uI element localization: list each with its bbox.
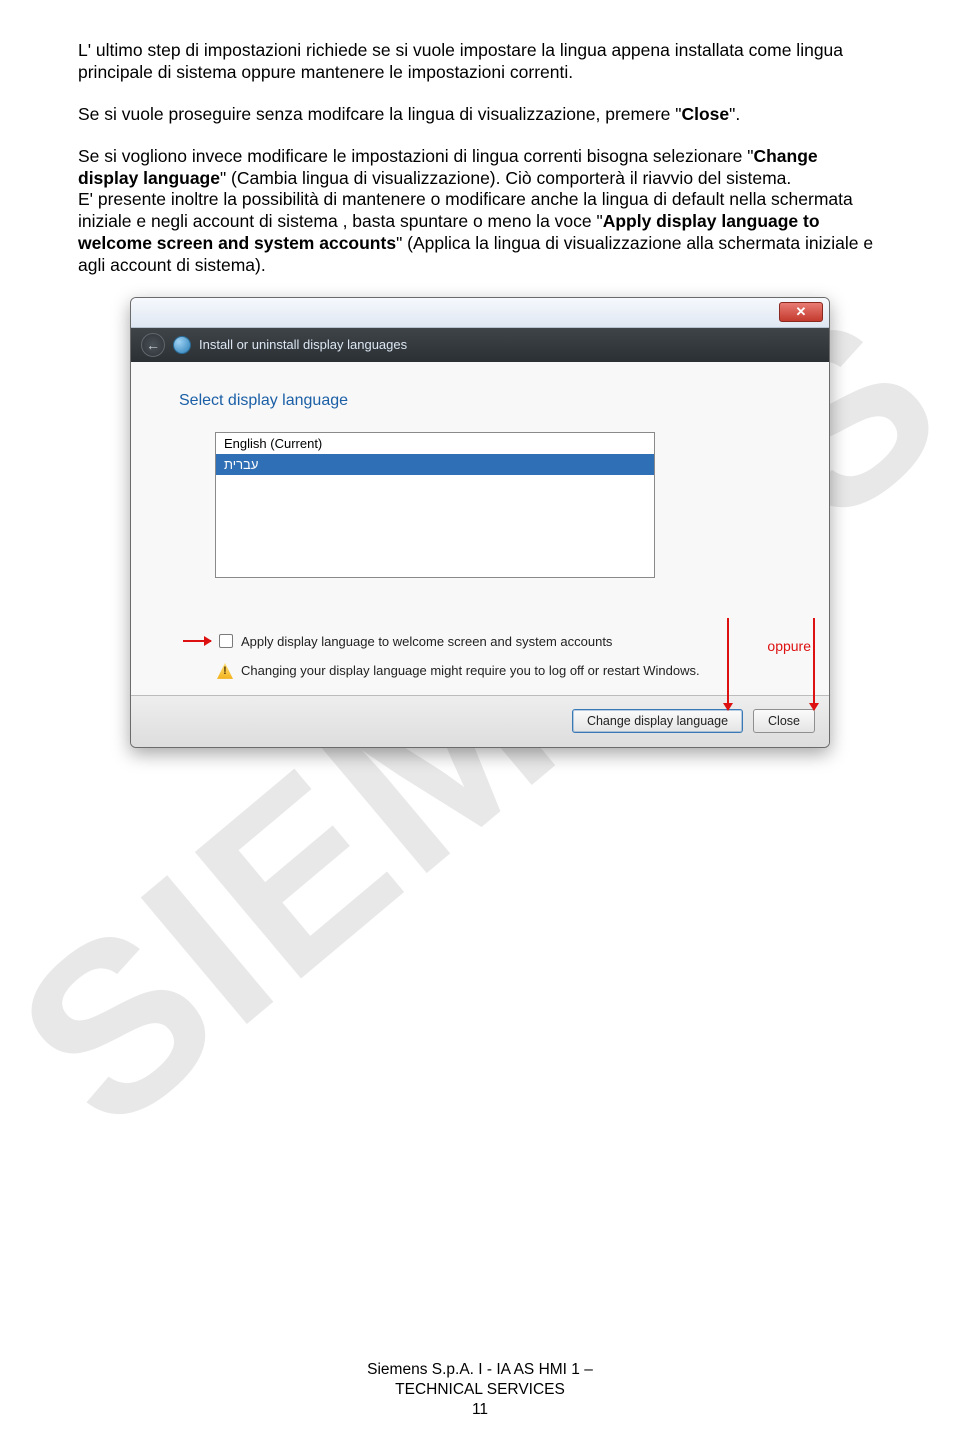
dialog-window: ✕ ← Install or uninstall display languag… [130, 297, 830, 748]
p2-bold: Close [681, 104, 729, 124]
dialog-screenshot: ✕ ← Install or uninstall display languag… [130, 297, 830, 748]
change-display-language-button[interactable]: Change display language [572, 709, 743, 733]
checkbox-label: Apply display language to welcome screen… [241, 634, 612, 649]
checkbox-row: Apply display language to welcome screen… [183, 634, 781, 649]
titlebar: ✕ [131, 298, 829, 328]
annotation-arrow-icon [727, 618, 729, 710]
apply-welcome-checkbox[interactable] [219, 634, 233, 648]
language-listbox[interactable]: English (Current) עברית [215, 432, 655, 578]
close-icon: ✕ [796, 304, 807, 320]
list-item[interactable]: English (Current) [216, 433, 654, 454]
annotation-arrow-icon [813, 618, 815, 710]
globe-icon [173, 336, 191, 354]
button-bar: Change display language Close [131, 695, 829, 747]
nav-strip: ← Install or uninstall display languages [131, 328, 829, 362]
window-close-button[interactable]: ✕ [779, 302, 823, 322]
p3-text-b: " (Cambia lingua di visualizzazione). Ci… [220, 168, 791, 188]
close-button[interactable]: Close [753, 709, 815, 733]
annotation-oppure: oppure [767, 638, 811, 654]
paragraph-2: Se si vuole proseguire senza modifcare l… [78, 104, 882, 126]
footer-line-1: Siemens S.p.A. I - IA AS HMI 1 – [0, 1360, 960, 1380]
p3-text-a: Se si vogliono invece modificare le impo… [78, 146, 753, 166]
paragraph-3: Se si vogliono invece modificare le impo… [78, 146, 882, 277]
warning-icon [217, 663, 233, 679]
section-title: Select display language [179, 392, 781, 410]
page-number: 11 [0, 1400, 960, 1420]
warning-text: Changing your display language might req… [241, 663, 700, 678]
back-button[interactable]: ← [141, 333, 165, 357]
warning-row: Changing your display language might req… [217, 663, 781, 679]
list-item[interactable]: עברית [216, 454, 654, 475]
p2-text-a: Se si vuole proseguire senza modifcare l… [78, 104, 681, 124]
dialog-body: Select display language English (Current… [131, 362, 829, 695]
nav-title: Install or uninstall display languages [199, 337, 407, 352]
p2-text-b: ". [729, 104, 740, 124]
arrow-left-icon: ← [146, 337, 160, 353]
annotation-arrow-icon [183, 640, 211, 642]
footer-line-2: TECHNICAL SERVICES [0, 1380, 960, 1400]
page-content: L' ultimo step di impostazioni richiede … [0, 0, 960, 748]
page-footer: Siemens S.p.A. I - IA AS HMI 1 – TECHNIC… [0, 1360, 960, 1420]
paragraph-1: L' ultimo step di impostazioni richiede … [78, 40, 882, 84]
